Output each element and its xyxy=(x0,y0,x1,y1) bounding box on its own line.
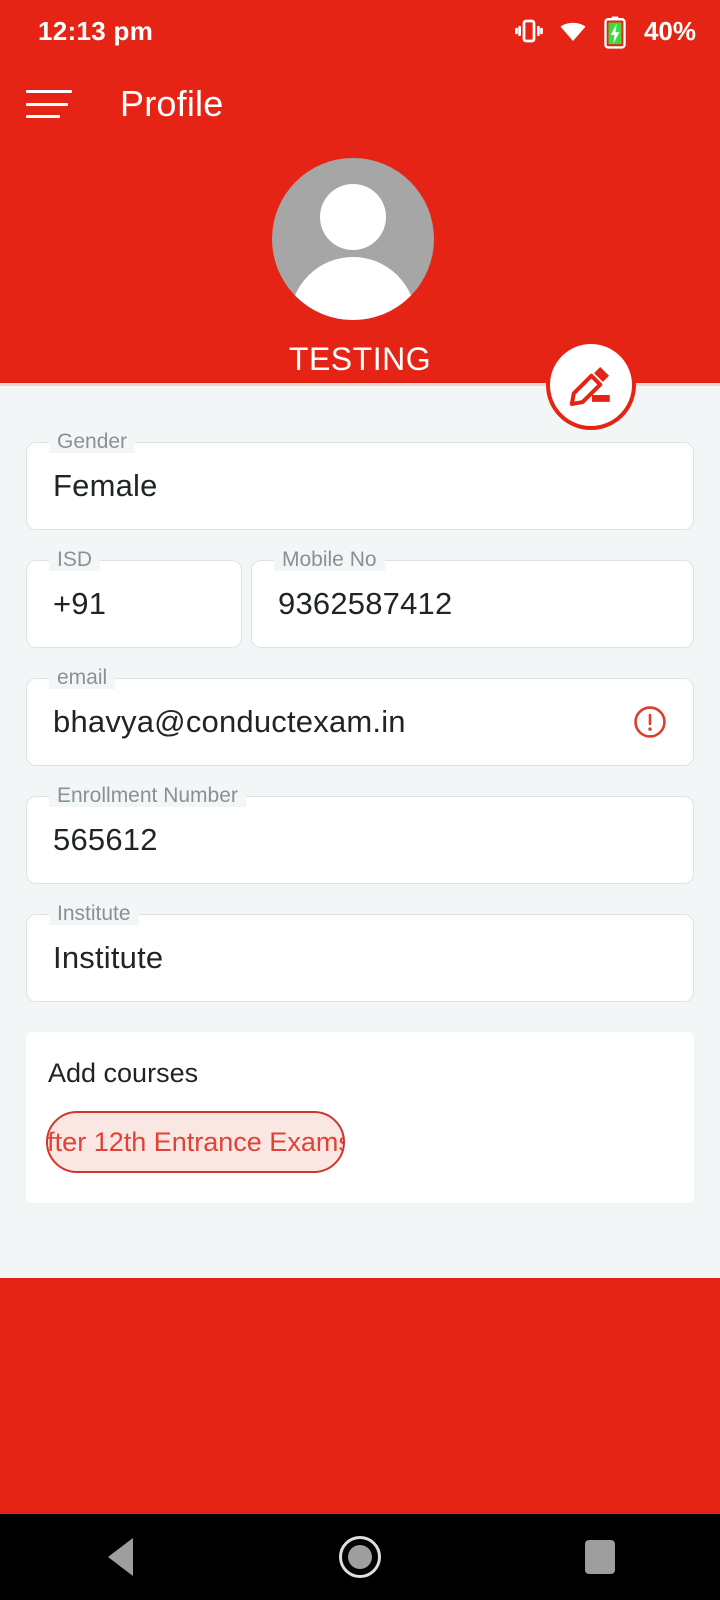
isd-field-value: +91 xyxy=(53,586,107,621)
avatar-head xyxy=(320,184,386,250)
institute-field[interactable]: Institute Institute xyxy=(26,903,694,1002)
enrollment-number-field-value: 565612 xyxy=(53,822,158,857)
enrollment-number-field-label: Enrollment Number xyxy=(49,785,246,807)
back-triangle-icon xyxy=(107,1538,133,1576)
battery-charging-icon xyxy=(602,16,628,49)
status-bar-icons: 40% xyxy=(514,15,696,49)
profile-screen: 12:13 pm 40% Profile TESTING Gender Fema… xyxy=(0,0,720,1600)
page-title: Profile xyxy=(120,83,224,124)
mobile-field-value: 9362587412 xyxy=(278,586,453,621)
battery-percent-label: 40% xyxy=(643,15,696,46)
error-exclamation-icon[interactable] xyxy=(633,705,667,739)
bottom-red-area xyxy=(0,1278,720,1514)
course-chip[interactable]: After 12th Entrance Exams xyxy=(46,1111,345,1173)
email-field-label: email xyxy=(49,667,116,689)
recents-square-icon xyxy=(585,1540,615,1574)
enrollment-number-field[interactable]: Enrollment Number 565612 xyxy=(26,785,694,884)
nav-home-button[interactable] xyxy=(300,1514,420,1600)
android-nav-bar xyxy=(0,1514,720,1600)
status-bar: 12:13 pm 40% xyxy=(0,0,720,62)
hamburger-menu-icon[interactable] xyxy=(26,87,72,121)
gender-field-label: Gender xyxy=(49,431,136,453)
vibrate-icon xyxy=(514,16,544,46)
isd-field[interactable]: ISD +91 xyxy=(26,549,242,648)
home-circle-icon xyxy=(339,1536,381,1578)
phone-field-row: ISD +91 Mobile No 9362587412 xyxy=(0,549,720,648)
wifi-icon xyxy=(558,16,588,46)
mobile-field-label: Mobile No xyxy=(274,549,385,571)
course-chip-label: After 12th Entrance Exams xyxy=(46,1126,345,1157)
institute-field-value: Institute xyxy=(53,940,164,975)
gender-field-value: Female xyxy=(53,468,158,503)
pencil-edit-icon xyxy=(568,362,614,408)
edit-profile-button[interactable] xyxy=(546,340,636,430)
nav-recents-button[interactable] xyxy=(540,1514,660,1600)
isd-field-label: ISD xyxy=(49,549,101,571)
email-field[interactable]: email bhavya@conductexam.in xyxy=(26,667,694,766)
course-chip-list: After 12th Entrance Exams xyxy=(26,1111,694,1173)
nav-back-button[interactable] xyxy=(60,1514,180,1600)
add-courses-card: Add courses After 12th Entrance Exams xyxy=(26,1032,694,1203)
mobile-field[interactable]: Mobile No 9362587412 xyxy=(251,549,694,648)
red-header: 12:13 pm 40% Profile TESTING xyxy=(0,0,720,430)
avatar-body xyxy=(290,257,416,320)
app-bar: Profile xyxy=(0,62,720,146)
avatar[interactable] xyxy=(272,158,434,320)
profile-form: Gender Female ISD +91 Mobile No 93625874… xyxy=(0,386,720,1203)
person-placeholder-icon xyxy=(272,158,434,320)
add-courses-title: Add courses xyxy=(48,1058,199,1088)
gender-field[interactable]: Gender Female xyxy=(26,431,694,530)
institute-field-label: Institute xyxy=(49,903,139,925)
status-bar-time: 12:13 pm xyxy=(38,15,154,46)
email-field-value: bhavya@conductexam.in xyxy=(53,704,406,739)
